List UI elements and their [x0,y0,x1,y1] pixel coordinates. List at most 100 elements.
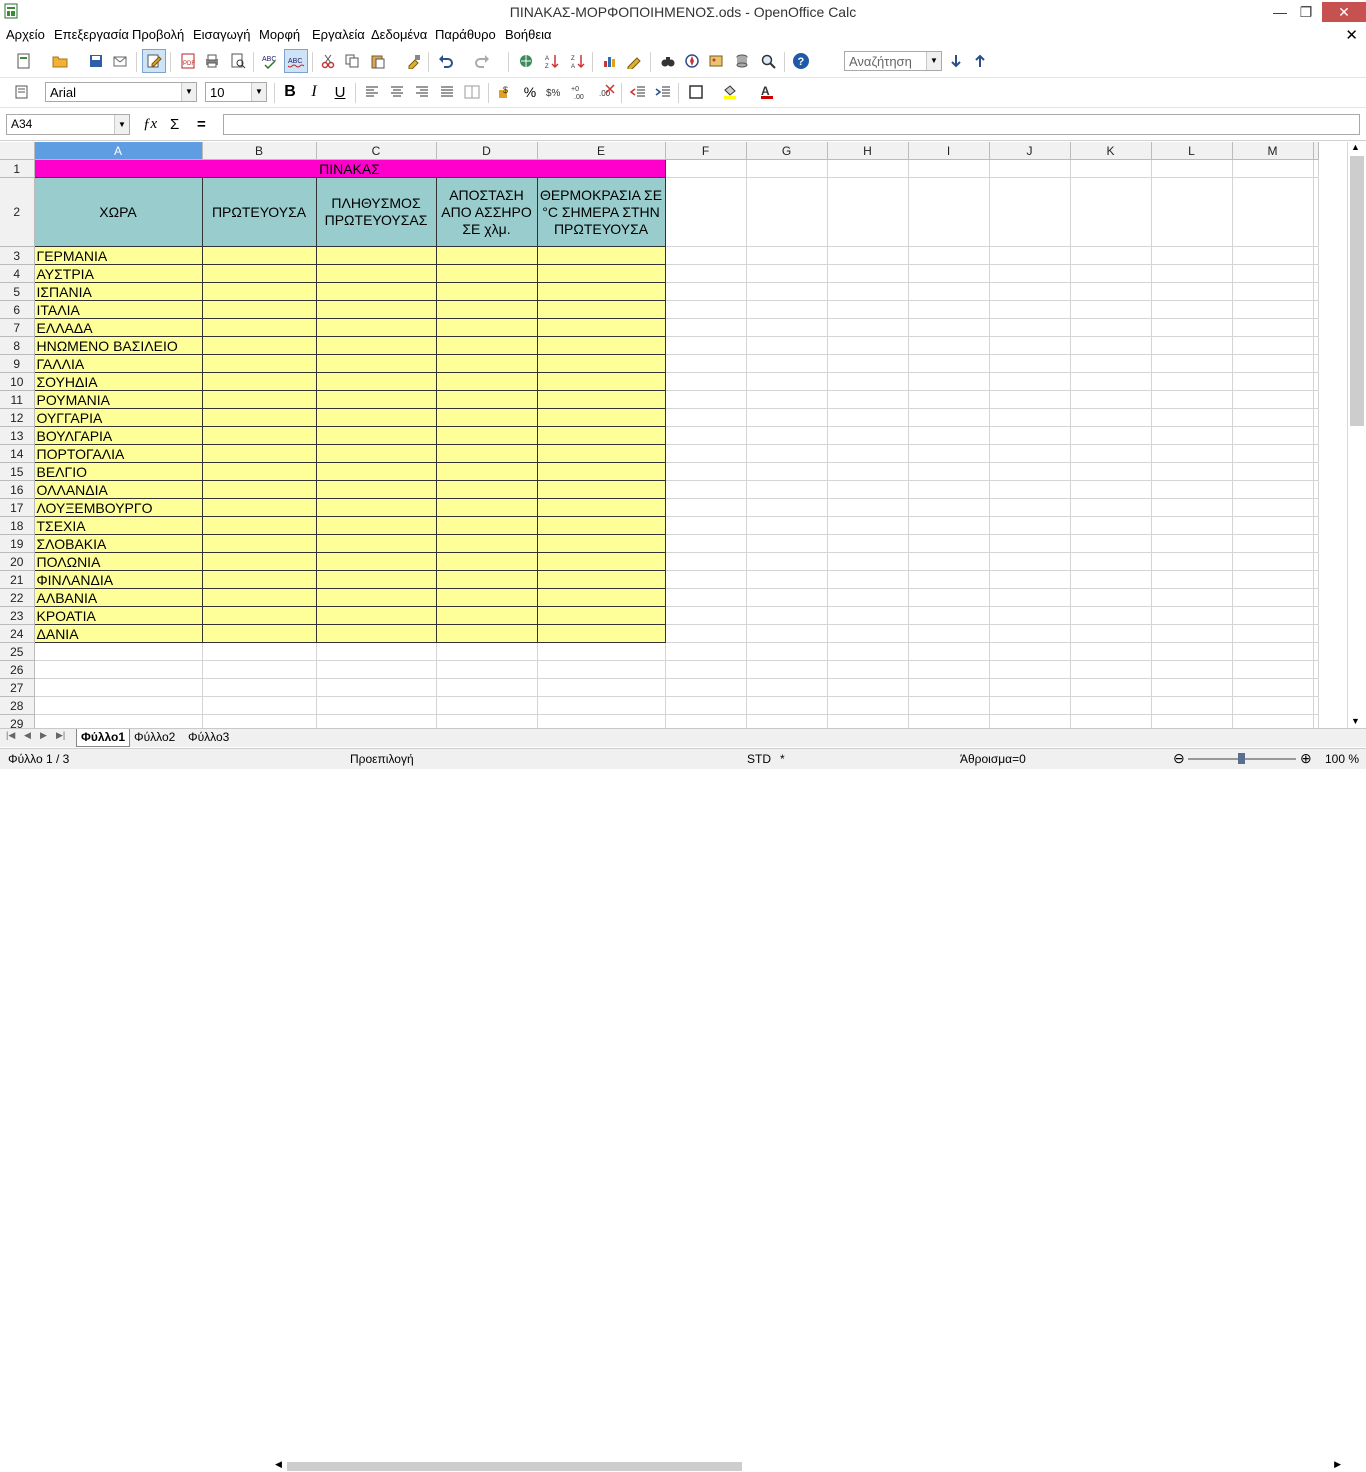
cell[interactable] [315,444,437,463]
cell[interactable] [827,624,909,643]
row-header[interactable]: 28 [0,696,35,715]
country-cell[interactable]: ΠΟΡΤΟΓΑΛΙΑ [33,444,203,463]
cell[interactable] [315,246,437,265]
cell[interactable] [1232,552,1314,571]
cell[interactable] [827,246,909,265]
cell[interactable] [1313,678,1319,697]
cell[interactable] [908,534,990,553]
cell[interactable] [1151,714,1233,728]
cell[interactable] [827,480,909,499]
cell[interactable] [201,390,317,409]
cell[interactable] [315,606,437,625]
cell[interactable] [1070,246,1152,265]
cell[interactable] [536,552,666,571]
cell[interactable] [989,336,1071,355]
cell[interactable] [908,408,990,427]
row-header[interactable]: 23 [0,606,35,625]
close-window-button[interactable]: ✕ [1322,2,1366,22]
cell[interactable] [1151,282,1233,301]
country-cell[interactable]: ΙΤΑΛΙΑ [33,300,203,319]
cell[interactable] [1232,516,1314,535]
prev-sheet-icon[interactable]: ◀ [24,730,31,741]
cell[interactable] [1070,624,1152,643]
scroll-down-icon[interactable]: ▼ [1351,716,1360,726]
menu-data[interactable]: Δεδομένα [371,27,427,42]
horizontal-scroll-thumb[interactable] [287,1462,742,1471]
cell[interactable] [908,552,990,571]
country-cell[interactable]: ΙΣΠΑΝΙΑ [33,282,203,301]
cell[interactable] [1070,570,1152,589]
cell[interactable] [34,642,203,661]
cell[interactable] [989,300,1071,319]
align-right-icon[interactable] [412,82,432,102]
cell[interactable] [1313,246,1319,265]
country-cell[interactable]: ΑΛΒΑΝΙΑ [33,588,203,607]
cell[interactable] [989,714,1071,728]
menu-insert[interactable]: Εισαγωγή [193,27,250,42]
cell[interactable] [201,534,317,553]
cell[interactable] [201,246,317,265]
row-header[interactable]: 4 [0,264,35,283]
header-cell[interactable]: ΧΩΡΑ [33,177,203,247]
cell[interactable] [665,660,747,679]
cell[interactable] [827,714,909,728]
cell[interactable] [827,159,909,178]
cell[interactable] [436,660,538,679]
cell[interactable] [1151,390,1233,409]
scroll-up-icon[interactable]: ▲ [1351,142,1360,152]
row-header[interactable]: 27 [0,678,35,697]
cell[interactable] [1313,372,1319,391]
cell[interactable] [435,498,538,517]
row-header[interactable]: 2 [0,177,35,247]
column-header-m[interactable]: M [1232,142,1314,160]
cell[interactable] [1232,606,1314,625]
cell[interactable] [201,372,317,391]
country-cell[interactable]: ΕΛΛΑΔΑ [33,318,203,337]
cell[interactable] [665,408,747,427]
cell[interactable] [989,390,1071,409]
row-header[interactable]: 14 [0,444,35,463]
menu-tools[interactable]: Εργαλεία [312,27,365,42]
scroll-right-icon[interactable]: ▶ [1334,1459,1341,1470]
cell[interactable] [665,624,747,643]
menu-view[interactable]: Προβολή [132,27,184,42]
cell[interactable] [746,480,828,499]
cell[interactable] [746,300,828,319]
row-header[interactable]: 15 [0,462,35,481]
cell[interactable] [908,282,990,301]
cell[interactable] [1070,534,1152,553]
cell[interactable] [1151,300,1233,319]
column-header-b[interactable]: B [202,142,317,160]
table-title-cell[interactable]: ΠΙΝΑΚΑΣ [33,159,666,178]
styles-formatting-icon[interactable] [12,82,32,102]
zoom-in-icon[interactable]: ⊕ [1300,750,1312,767]
row-header[interactable]: 20 [0,552,35,571]
cell[interactable] [746,606,828,625]
cell[interactable] [1070,300,1152,319]
cell[interactable] [1151,159,1233,178]
gallery-icon[interactable] [706,51,726,71]
cell[interactable] [1313,282,1319,301]
cell[interactable] [1313,177,1319,247]
row-header[interactable]: 17 [0,498,35,517]
minimize-button[interactable]: — [1266,2,1294,22]
cell[interactable] [665,159,747,178]
cell[interactable] [1313,336,1319,355]
cell[interactable] [536,606,666,625]
cell[interactable] [1313,588,1319,607]
cell[interactable] [435,372,538,391]
country-cell[interactable]: ΓΕΡΜΑΝΙΑ [33,246,203,265]
header-cell[interactable]: ΠΛΗΘΥΣΜΟΣ ΠΡΩΤΕΥΟΥΣΑΣ [315,177,437,247]
add-decimal-icon[interactable]: +0.00 [570,82,590,102]
select-all-corner[interactable] [0,142,35,160]
borders-icon[interactable] [686,82,706,102]
chevron-down-icon[interactable]: ▼ [926,52,941,70]
cell[interactable] [1151,516,1233,535]
cell[interactable] [315,426,437,445]
cell[interactable] [989,246,1071,265]
cell[interactable] [536,372,666,391]
cell[interactable] [435,444,538,463]
cell[interactable] [1070,642,1152,661]
cell[interactable] [1070,159,1152,178]
cell[interactable] [989,462,1071,481]
